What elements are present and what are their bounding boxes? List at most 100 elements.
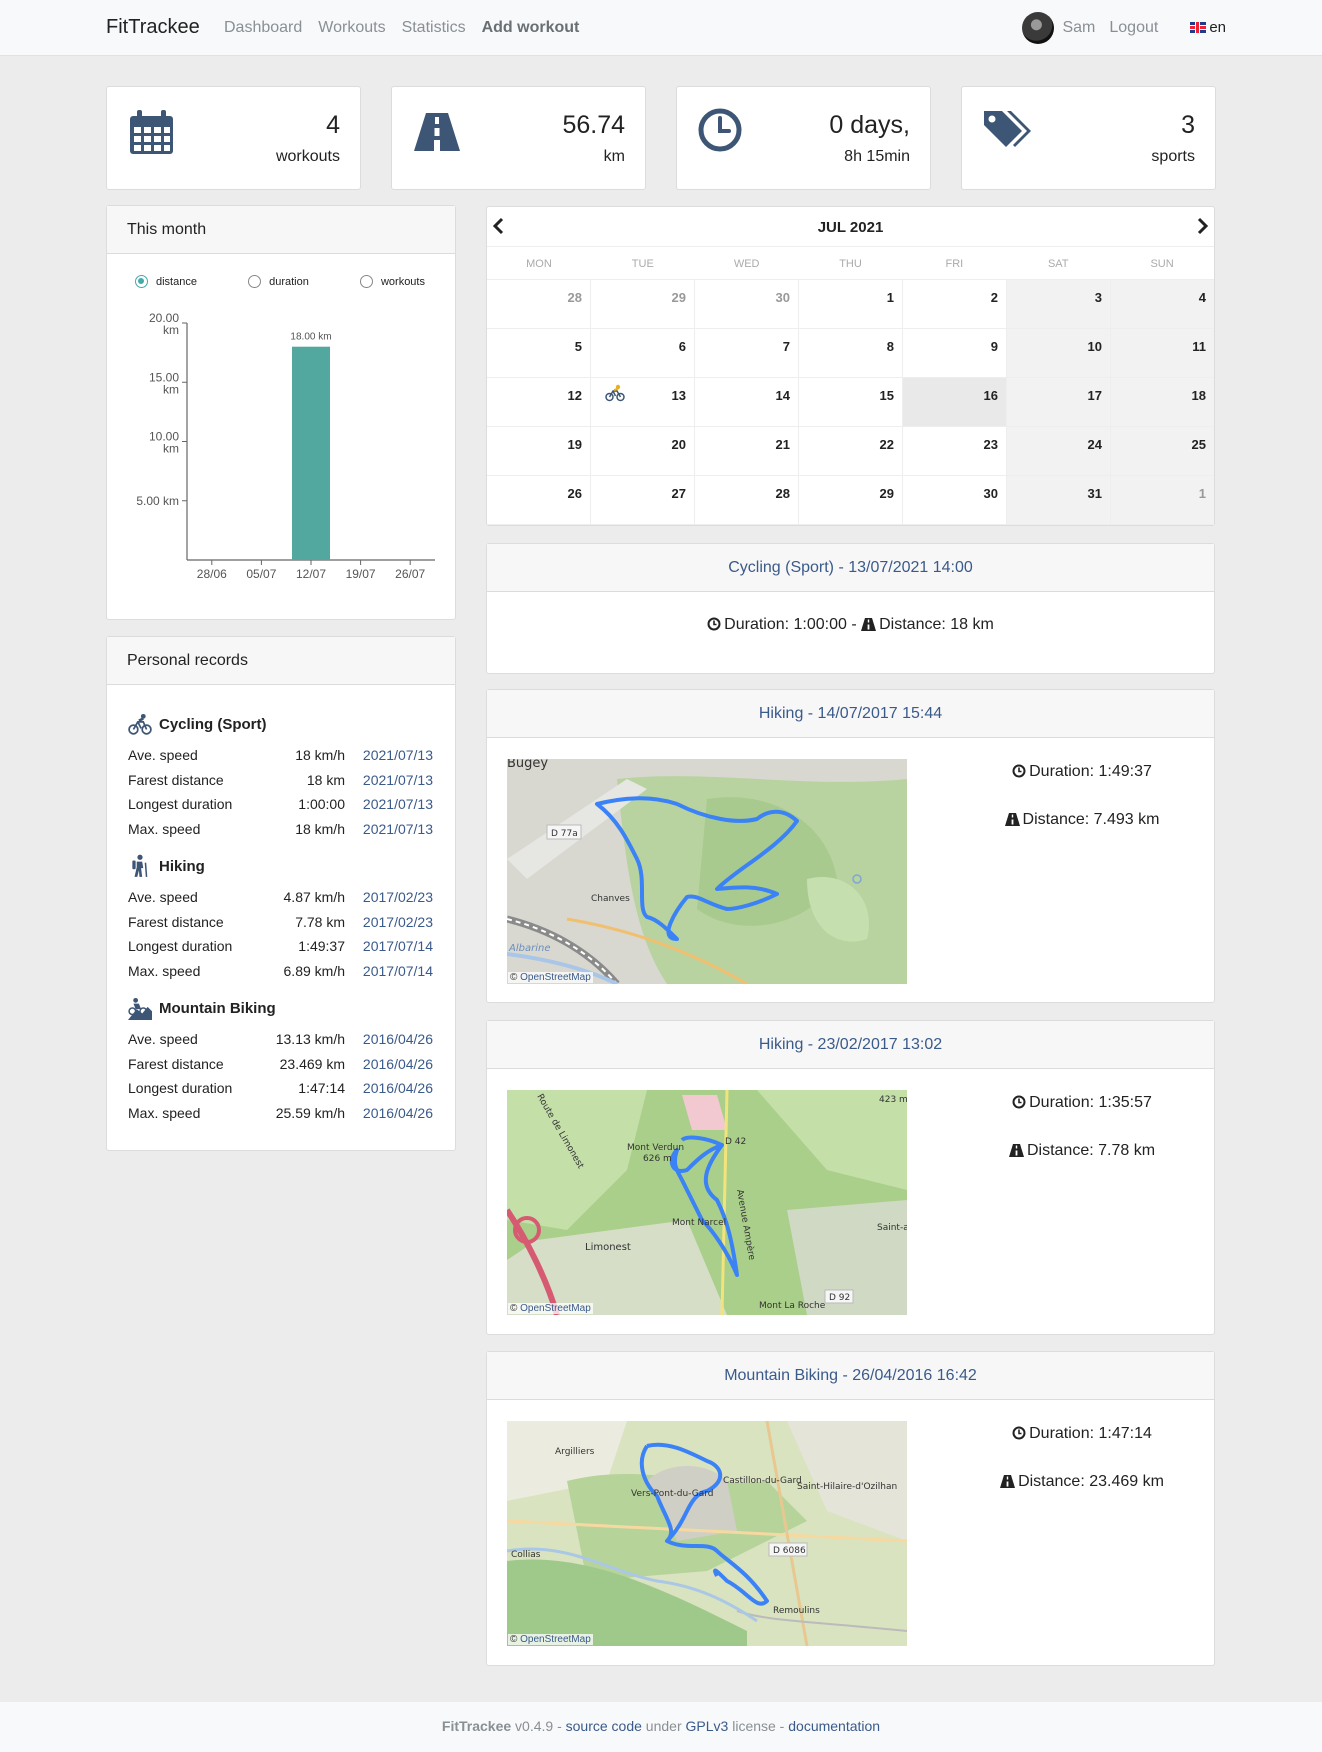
personal-records-card: Personal records Cycling (Sport) Ave. spe… (106, 636, 456, 1151)
attribution-link[interactable]: OpenStreetMap (520, 1303, 591, 1314)
workout-title[interactable]: Cycling (Sport) - 13/07/2021 14:00 (487, 544, 1214, 592)
cycling-workout-icon[interactable] (605, 384, 625, 402)
calendar-day[interactable]: 12 (487, 378, 591, 426)
bar-data-label: 18.00 km (290, 332, 331, 343)
calendar-day[interactable]: 16 (903, 378, 1007, 426)
workout-title[interactable]: Hiking - 23/02/2017 13:02 (487, 1021, 1214, 1069)
record-date-link[interactable]: 2016/04/26 (363, 1105, 433, 1121)
radio-workouts[interactable]: workouts (359, 275, 425, 288)
record-date-link[interactable]: 2021/07/13 (363, 747, 433, 763)
chart-bar[interactable] (292, 346, 330, 560)
calendar-day[interactable]: 28 (695, 476, 799, 524)
map-label: Castillon-du-Gard (723, 1476, 802, 1486)
workout-map[interactable]: Bugey D 77a Chanves Albarine © OpenStree… (507, 759, 907, 984)
calendar-day[interactable]: 31 (1007, 476, 1111, 524)
map-label: Mont Verdun (627, 1143, 684, 1153)
calendar-day[interactable]: 29 (799, 476, 903, 524)
map-label: Saint-Hilaire-d'Ozilhan (797, 1482, 897, 1492)
calendar-day[interactable]: 22 (799, 427, 903, 475)
record-date-link[interactable]: 2017/02/23 (363, 914, 433, 930)
calendar-day[interactable]: 11 (1111, 329, 1214, 377)
calendar-day-number: 8 (886, 339, 894, 354)
avatar[interactable] (1022, 12, 1055, 44)
source-code-link[interactable]: source code (566, 1718, 642, 1734)
brand-logo[interactable]: FitTrackee (106, 16, 200, 39)
attribution-link[interactable]: OpenStreetMap (520, 972, 591, 983)
record-date-link[interactable]: 2017/07/14 (363, 938, 433, 954)
calendar-day[interactable]: 28 (487, 280, 591, 328)
nav-username[interactable]: Sam (1062, 19, 1095, 37)
record-date-link[interactable]: 2017/07/14 (363, 963, 433, 979)
calendar-day-number: 26 (567, 486, 582, 501)
license-link[interactable]: GPLv3 (686, 1718, 729, 1734)
radio-duration[interactable]: duration (248, 275, 309, 288)
record-value: 18 km/h (295, 747, 345, 763)
y-tick-label: 5.00 km (136, 494, 179, 508)
calendar-day[interactable]: 1 (1111, 476, 1214, 524)
documentation-link[interactable]: documentation (788, 1718, 880, 1734)
calendar-day[interactable]: 10 (1007, 329, 1111, 377)
calendar-day[interactable]: 14 (695, 378, 799, 426)
chevron-right-icon[interactable] (1196, 217, 1210, 240)
calendar-day-number: 6 (678, 339, 686, 354)
workout-distance-line: Distance: 7.78 km (967, 1142, 1197, 1160)
stat-label: km (603, 148, 625, 165)
attribution-link[interactable]: OpenStreetMap (520, 1634, 591, 1645)
record-label: Longest duration (128, 796, 233, 812)
language-selector[interactable]: en (1190, 19, 1226, 37)
calendar-day-number: 28 (567, 290, 582, 305)
calendar-day[interactable]: 9 (903, 329, 1007, 377)
calendar-day[interactable]: 5 (487, 329, 591, 377)
calendar-day[interactable]: 30 (903, 476, 1007, 524)
calendar-day[interactable]: 17 (1007, 378, 1111, 426)
workout-distance-line: Distance: 7.493 km (967, 811, 1197, 829)
record-date-link[interactable]: 2021/07/13 (363, 796, 433, 812)
calendar-day[interactable]: 4 (1111, 280, 1214, 328)
calendar-day[interactable]: 24 (1007, 427, 1111, 475)
nav-add-workout[interactable]: Add workout (482, 19, 580, 37)
record-date-link[interactable]: 2016/04/26 (363, 1056, 433, 1072)
calendar-day[interactable]: 25 (1111, 427, 1214, 475)
calendar-day[interactable]: 19 (487, 427, 591, 475)
calendar-day-number: 14 (775, 388, 790, 403)
record-label: Farest distance (128, 1055, 224, 1072)
record-date-link[interactable]: 2016/04/26 (363, 1031, 433, 1047)
nav-workouts[interactable]: Workouts (318, 19, 385, 37)
calendar-day[interactable]: 7 (695, 329, 799, 377)
nav-dashboard[interactable]: Dashboard (224, 19, 302, 37)
calendar-day[interactable]: 3 (1007, 280, 1111, 328)
calendar-day[interactable]: 8 (799, 329, 903, 377)
record-date-link[interactable]: 2021/07/13 (363, 772, 433, 788)
record-date-link[interactable]: 2017/02/23 (363, 889, 433, 905)
workout-duration: Duration: 1:49:37 (1029, 763, 1152, 780)
calendar-day[interactable]: 2 (903, 280, 1007, 328)
calendar-day[interactable]: 29 (591, 280, 695, 328)
calendar-card: JUL 2021 MON TUE WED THU FRI SAT SUN 28 29 30 1 2 3… (486, 206, 1215, 526)
calendar-day-number: 21 (775, 437, 790, 452)
calendar-day[interactable]: 30 (695, 280, 799, 328)
calendar-day[interactable]: 26 (487, 476, 591, 524)
calendar-day[interactable]: 21 (695, 427, 799, 475)
workout-title[interactable]: Hiking - 14/07/2017 15:44 (487, 690, 1214, 738)
calendar-day[interactable]: 18 (1111, 378, 1214, 426)
calendar-day[interactable]: 20 (591, 427, 695, 475)
map-label: D 6086 (773, 1546, 806, 1556)
calendar-day[interactable]: 23 (903, 427, 1007, 475)
calendar-day-number: 25 (1191, 437, 1206, 452)
calendar-day[interactable]: 6 (591, 329, 695, 377)
y-tick-label: 20.00 km (149, 311, 179, 337)
workout-title[interactable]: Mountain Biking - 26/04/2016 16:42 (487, 1352, 1214, 1400)
calendar-day[interactable]: 1 (799, 280, 903, 328)
nav-statistics[interactable]: Statistics (402, 19, 466, 37)
calendar-day[interactable]: 27 (591, 476, 695, 524)
workout-map[interactable]: Argilliers Castillon-du-Gard Saint-Hilai… (507, 1421, 907, 1646)
record-date-link[interactable]: 2016/04/26 (363, 1080, 433, 1096)
workout-map[interactable]: Mont Verdun 626 m Limonest Mont Narcel M… (507, 1090, 907, 1315)
calendar-day[interactable]: 13 (591, 378, 695, 426)
map-label: Argilliers (555, 1447, 595, 1457)
logout-link[interactable]: Logout (1109, 19, 1158, 37)
radio-distance[interactable]: distance (135, 275, 197, 288)
record-date-link[interactable]: 2021/07/13 (363, 821, 433, 837)
record-value: 18 km (306, 771, 345, 788)
calendar-day[interactable]: 15 (799, 378, 903, 426)
